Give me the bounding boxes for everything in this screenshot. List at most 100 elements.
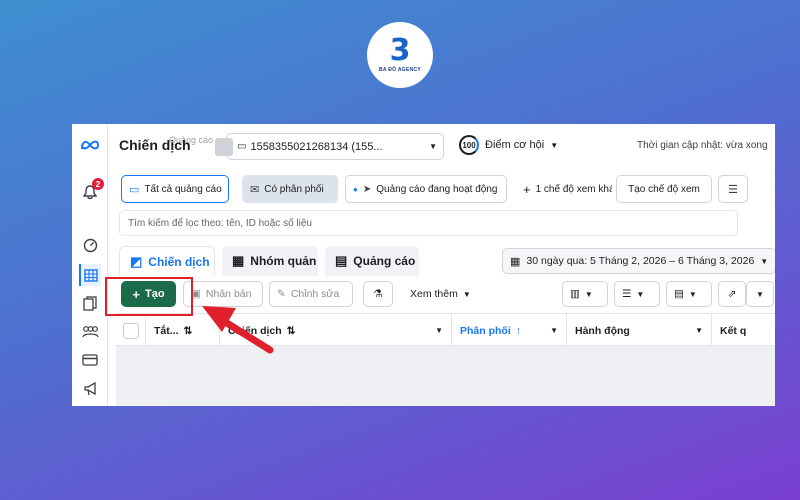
sort-ascending-icon: ↑ bbox=[515, 324, 521, 337]
filter-active-ads[interactable]: ● ➤ Quảng cáo đang hoạt động bbox=[345, 175, 507, 203]
gauge-icon[interactable] bbox=[79, 234, 101, 256]
column-results-label: Kết q bbox=[720, 324, 747, 337]
score-ring: 100 bbox=[459, 135, 479, 155]
calendar-icon: ▦ bbox=[510, 255, 521, 268]
folder-icon: ▭ bbox=[129, 183, 140, 196]
highlight-box bbox=[105, 277, 193, 316]
audience-icon[interactable] bbox=[79, 320, 101, 342]
plus-icon: + bbox=[523, 181, 531, 197]
column-toggle-label: Tắt... bbox=[154, 324, 179, 337]
column-header-results[interactable]: Kết q bbox=[712, 314, 775, 347]
create-view-label: Tạo chế độ xem bbox=[628, 183, 700, 195]
page-title: Chiến dịch bbox=[119, 137, 191, 153]
column-header-delivery[interactable]: Phân phối ↑ ▼ bbox=[452, 314, 567, 347]
grid-icon: ▦ bbox=[232, 253, 245, 268]
pages-icon[interactable] bbox=[79, 292, 101, 314]
tab-campaigns-label: Chiến dịch bbox=[148, 254, 210, 269]
date-range-label: 30 ngày qua: 5 Tháng 2, 2026 – 6 Tháng 3… bbox=[526, 255, 755, 267]
filter-active-ads-label: Quảng cáo đang hoạt động bbox=[376, 183, 498, 195]
column-campaign-label: Chiến dịch bbox=[228, 324, 282, 337]
campaign-flag-icon: ◩ bbox=[130, 253, 143, 269]
date-range-picker[interactable]: ▦ 30 ngày qua: 5 Tháng 2, 2026 – 6 Tháng… bbox=[502, 248, 775, 274]
bell-icon[interactable]: 2 bbox=[79, 178, 104, 203]
export-menu-button[interactable]: ▼ bbox=[746, 281, 774, 307]
tab-ads[interactable]: ▤ Quảng cáo bbox=[325, 246, 419, 276]
tab-ads-label: Quảng cáo bbox=[353, 254, 416, 268]
tab-campaigns[interactable]: ◩ Chiến dịch bbox=[119, 246, 215, 276]
tab-ad-sets[interactable]: ▦ Nhóm quản bbox=[222, 246, 318, 276]
filter-all-ads[interactable]: ▭ Tất cả quảng cáo bbox=[121, 175, 229, 203]
filter-has-delivery[interactable]: ✉ Có phân phối bbox=[242, 175, 338, 203]
columns-icon: ▥ bbox=[570, 288, 580, 300]
chevron-down-icon: ▼ bbox=[688, 289, 697, 299]
export-icon: ⇗ bbox=[727, 288, 737, 300]
chevron-down-icon: ▼ bbox=[584, 289, 593, 299]
sort-icon: ⇅ bbox=[286, 324, 296, 337]
ad-window-icon: ▤ bbox=[335, 253, 348, 268]
search-input[interactable]: Tìm kiếm để lọc theo: tên, ID hoặc số li… bbox=[119, 210, 738, 236]
column-delivery-label: Phân phối bbox=[460, 324, 511, 337]
filter-all-ads-label: Tất cả quảng cáo bbox=[144, 183, 222, 195]
see-more-label: Xem thêm bbox=[410, 288, 458, 300]
see-more-button[interactable]: Xem thêm ▼ bbox=[403, 281, 483, 307]
chevron-down-icon: ▼ bbox=[462, 289, 471, 299]
select-all-cell bbox=[116, 314, 146, 347]
main-panel: Quảng cáo Chiến dịch ▭ 1558355021268134 … bbox=[109, 124, 775, 406]
create-view-button[interactable]: Tạo chế độ xem bbox=[616, 175, 712, 203]
ads-manager-screenshot: 2 Quảng cáo Chiến dịch ▭ 155835502126813… bbox=[72, 124, 775, 406]
last-updated-text: Thời gian cập nhật: vừa xong bbox=[637, 140, 768, 151]
breakdown-icon: ☰ bbox=[622, 288, 632, 300]
ab-test-button[interactable]: ⚗ bbox=[363, 281, 393, 307]
sort-icon: ⇅ bbox=[183, 324, 193, 337]
chevron-down-icon: ▼ bbox=[756, 289, 764, 299]
duplicate-button[interactable]: ▣ Nhân bản bbox=[183, 281, 263, 307]
account-avatar bbox=[215, 137, 233, 156]
account-icon: ▭ bbox=[237, 141, 247, 152]
reports-button[interactable]: ▤ ▼ bbox=[666, 281, 712, 307]
agency-logo: 3 BA ĐÔ AGENCY bbox=[367, 22, 433, 88]
billing-card-icon[interactable] bbox=[79, 349, 101, 371]
opportunity-score[interactable]: 100 Điểm cơ hội ▼ bbox=[459, 135, 558, 155]
column-header-campaign[interactable]: Chiến dịch ⇅ ▼ bbox=[220, 314, 452, 347]
pencil-icon: ✎ bbox=[277, 288, 286, 300]
column-header-actions[interactable]: Hành động ▼ bbox=[567, 314, 712, 347]
breakdown-button[interactable]: ☰ ▼ bbox=[614, 281, 660, 307]
column-actions-label: Hành động bbox=[575, 324, 630, 337]
dot-icon: ● bbox=[353, 184, 358, 194]
report-icon: ▤ bbox=[674, 288, 684, 300]
meta-logo-icon[interactable] bbox=[79, 134, 101, 156]
more-views-label: 1 chế độ xem khá bbox=[535, 183, 612, 195]
edit-button[interactable]: ✎ Chỉnh sửa bbox=[269, 281, 353, 307]
flask-icon: ⚗ bbox=[373, 288, 383, 300]
send-icon: ➤ bbox=[362, 183, 372, 195]
ad-account-selector[interactable]: ▭ 1558355021268134 (155... ▼ bbox=[215, 133, 444, 160]
envelope-icon: ✉ bbox=[250, 183, 260, 196]
chevron-down-icon: ▼ bbox=[429, 142, 437, 151]
column-header-toggle[interactable]: Tắt... ⇅ bbox=[146, 314, 220, 347]
table-body bbox=[116, 346, 775, 406]
notification-badge: 2 bbox=[92, 178, 104, 190]
chevron-down-icon: ▼ bbox=[550, 140, 559, 150]
megaphone-icon[interactable] bbox=[79, 378, 101, 400]
chevron-down-icon: ▼ bbox=[435, 326, 443, 335]
filter-settings-button[interactable]: ☰ bbox=[718, 175, 748, 203]
account-id: 1558355021268134 (155... bbox=[250, 140, 383, 153]
tab-ad-sets-label: Nhóm quản bbox=[250, 254, 317, 268]
more-views-button[interactable]: + 1 chế độ xem khá bbox=[516, 175, 612, 203]
left-nav: 2 bbox=[72, 124, 108, 406]
sliders-icon: ☰ bbox=[728, 183, 738, 196]
columns-button[interactable]: ▥ ▼ bbox=[562, 281, 608, 307]
edit-label: Chỉnh sửa bbox=[290, 288, 340, 300]
export-button[interactable]: ⇗ bbox=[718, 281, 746, 307]
chevron-down-icon: ▼ bbox=[550, 326, 558, 335]
select-all-checkbox[interactable] bbox=[122, 322, 139, 339]
chevron-down-icon: ▼ bbox=[760, 256, 769, 266]
duplicate-label: Nhân bản bbox=[205, 288, 252, 300]
chevron-down-icon: ▼ bbox=[695, 326, 703, 335]
table-grid-icon[interactable] bbox=[79, 264, 101, 286]
table-header: Tắt... ⇅ Chiến dịch ⇅ ▼ Phân phối ↑ ▼ Hà… bbox=[116, 313, 775, 347]
search-placeholder: Tìm kiếm để lọc theo: tên, ID hoặc số li… bbox=[128, 217, 312, 229]
logo-brand: BA ĐÔ AGENCY bbox=[378, 67, 422, 73]
score-label: Điểm cơ hội bbox=[485, 139, 545, 151]
chevron-down-icon: ▼ bbox=[636, 289, 645, 299]
